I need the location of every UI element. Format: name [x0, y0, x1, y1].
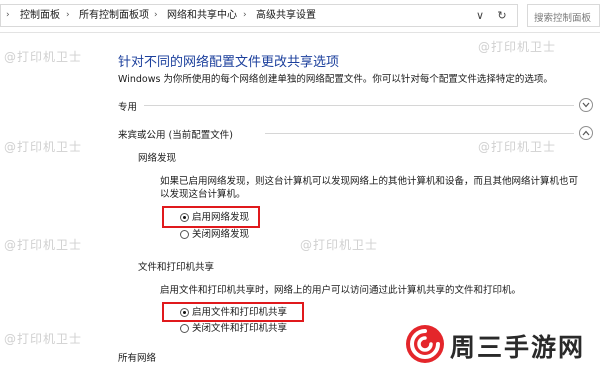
logo-mark-icon	[406, 325, 444, 363]
highlight-box	[162, 206, 260, 228]
refresh-icon[interactable]: ↻	[495, 8, 509, 23]
network-discovery-heading: 网络发现	[138, 153, 177, 164]
breadcrumb[interactable]: › 控制面板 › 所有控制面板项 › 网络和共享中心 › 高级共享设置 ∨ ↻	[0, 4, 518, 27]
breadcrumb-network-center[interactable]: 网络和共享中心	[167, 9, 237, 22]
breadcrumb-advanced-sharing[interactable]: 高级共享设置	[256, 9, 316, 22]
dropdown-icon[interactable]: ∨	[473, 8, 487, 23]
watermark: @打印机卫士	[478, 40, 557, 54]
divider	[265, 133, 574, 134]
page-description: Windows 为你所使用的每个网络创建单独的网络配置文件。你可以针对每个配置文…	[118, 74, 553, 85]
watermark: @打印机卫士	[4, 238, 83, 252]
expand-private-button[interactable]	[579, 98, 593, 112]
collapse-guest-button[interactable]	[579, 126, 593, 140]
watermark: @打印机卫士	[4, 50, 83, 64]
radio-label[interactable]: 关闭网络发现	[192, 229, 249, 241]
profile-all-networks-label[interactable]: 所有网络	[118, 350, 156, 364]
network-discovery-description: 如果已启用网络发现，则这台计算机可以发现网络上的其他计算机和设备，而且其他网络计…	[160, 176, 579, 200]
radio-unselected-icon[interactable]	[180, 230, 189, 239]
radio-label[interactable]: 关闭文件和打印机共享	[192, 323, 287, 335]
divider	[144, 105, 574, 106]
highlight-box	[162, 302, 304, 322]
file-sharing-description: 启用文件和打印机共享时，网络上的用户可以访问通过此计算机共享的文件和打印机。	[160, 285, 522, 296]
address-bar: › 控制面板 › 所有控制面板项 › 网络和共享中心 › 高级共享设置 ∨ ↻ …	[0, 0, 600, 33]
chevron-right-icon[interactable]: ›	[154, 9, 158, 22]
search-input[interactable]: 搜索控制面板	[527, 4, 600, 27]
profile-guest-label[interactable]: 来宾或公用 (当前配置文件)	[118, 127, 233, 141]
breadcrumb-all-items[interactable]: 所有控制面板项	[79, 9, 149, 22]
watermark: @打印机卫士	[4, 332, 83, 346]
chevron-right-icon[interactable]: ›	[66, 9, 70, 22]
search-placeholder: 搜索控制面板	[534, 13, 592, 24]
site-logo: 周三手游网	[404, 322, 594, 366]
logo-text: 周三手游网	[450, 333, 586, 362]
breadcrumb-control-panel[interactable]: 控制面板	[20, 9, 60, 22]
profile-private-label[interactable]: 专用	[118, 99, 137, 113]
watermark: @打印机卫士	[478, 140, 557, 154]
page-title: 针对不同的网络配置文件更改共享选项	[118, 55, 340, 70]
file-sharing-heading: 文件和打印机共享	[138, 262, 215, 273]
chevron-up-icon	[582, 130, 590, 136]
radio-unselected-icon[interactable]	[180, 324, 189, 333]
watermark: @打印机卫士	[300, 238, 379, 252]
chevron-down-icon	[582, 102, 590, 108]
watermark: @打印机卫士	[4, 140, 83, 154]
chevron-right-icon[interactable]: ›	[6, 9, 10, 22]
chevron-right-icon[interactable]: ›	[243, 9, 247, 22]
